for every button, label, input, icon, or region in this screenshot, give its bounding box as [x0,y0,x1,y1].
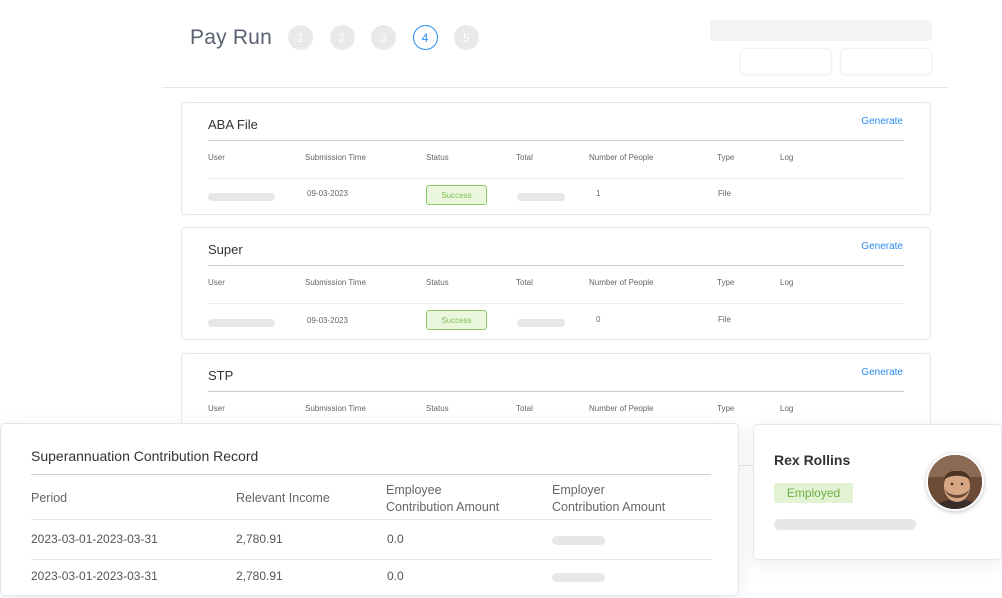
user-placeholder [208,319,275,327]
record-title-divider [31,474,711,475]
profile-placeholder-bar [774,519,916,530]
page-title: Pay Run [190,26,272,49]
column-header-total: Total [516,278,533,287]
number-of-people: 1 [596,189,601,198]
column-header-line: Contribution Amount [386,500,500,514]
section-divider [208,265,904,266]
submission-time: 09-03-2023 [307,189,348,198]
section-title: STP [208,368,234,383]
number-of-people: 0 [596,315,601,324]
generate-link[interactable]: Generate [861,367,903,378]
employer-amount-placeholder [552,536,605,545]
column-header-log: Log [780,153,794,162]
column-header-status: Status [426,404,449,413]
step-1[interactable]: 1 [288,25,313,50]
row-divider [208,303,904,304]
column-header-relevant-income: Relevant Income [236,491,330,505]
income-cell: 2,780.91 [236,532,283,546]
column-header-submission-time: Submission Time [305,153,366,162]
superannuation-record-panel: Superannuation Contribution Record Perio… [0,423,739,596]
row-divider [31,559,711,560]
period-cell: 2023-03-01-2023-03-31 [31,569,158,583]
row-divider [208,178,904,179]
column-header-total: Total [516,153,533,162]
column-header-submission-time: Submission Time [305,404,366,413]
row-divider [31,519,711,520]
employer-amount-placeholder [552,573,605,582]
step-5[interactable]: 5 [454,25,479,50]
column-header-submission-time: Submission Time [305,278,366,287]
column-header-type: Type [717,153,735,162]
header-placeholder-bar [710,20,932,41]
submission-time: 09-03-2023 [307,316,348,325]
column-header-line: Contribution Amount [552,500,666,514]
column-header-status: Status [426,278,449,287]
step-3[interactable]: 3 [371,25,396,50]
employee-name: Rex Rollins [774,452,851,468]
column-header-line: Employer [552,483,605,497]
type-value: File [718,189,731,198]
column-header-type: Type [717,404,735,413]
column-header-total: Total [516,404,533,413]
status-badge: Success [426,310,487,330]
employee-amount-cell: 0.0 [387,569,404,583]
period-cell: 2023-03-01-2023-03-31 [31,532,158,546]
generate-link[interactable]: Generate [861,241,903,252]
status-badge: Success [426,185,487,205]
column-header-number-of-people: Number of People [589,153,654,162]
step-4-active[interactable]: 4 [412,25,438,50]
section-divider [208,391,904,392]
person-avatar-icon [928,455,982,509]
header-divider [162,87,948,88]
column-header-number-of-people: Number of People [589,278,654,287]
column-header-line: Employee [386,483,442,497]
generate-link[interactable]: Generate [861,116,903,127]
aba-file-section: ABA File Generate User Submission Time S… [181,102,931,215]
employee-amount-cell: 0.0 [387,532,404,546]
step-indicator: 1 2 3 4 5 [288,25,479,50]
section-title: ABA File [208,117,258,132]
section-divider [208,140,904,141]
employment-status-badge: Employed [774,483,853,503]
super-section: Super Generate User Submission Time Stat… [181,227,931,340]
employee-profile-card: Rex Rollins Employed [753,424,1002,560]
step-2[interactable]: 2 [329,25,355,50]
column-header-user: User [208,278,225,287]
section-title: Super [208,242,243,257]
header-placeholder-button[interactable] [741,49,831,74]
column-header-status: Status [426,153,449,162]
column-header-number-of-people: Number of People [589,404,654,413]
column-header-log: Log [780,278,794,287]
income-cell: 2,780.91 [236,569,283,583]
total-placeholder [517,193,565,201]
user-placeholder [208,193,275,201]
column-header-employer-contribution: Employer Contribution Amount [552,482,665,516]
column-header-employee-contribution: Employee Contribution Amount [386,482,499,516]
column-header-type: Type [717,278,735,287]
avatar [926,453,984,511]
column-header-user: User [208,153,225,162]
header-placeholder-button[interactable] [841,49,931,74]
column-header-user: User [208,404,225,413]
record-title: Superannuation Contribution Record [31,448,259,464]
total-placeholder [517,319,565,327]
column-header-log: Log [780,404,794,413]
column-header-period: Period [31,491,68,505]
type-value: File [718,315,731,324]
